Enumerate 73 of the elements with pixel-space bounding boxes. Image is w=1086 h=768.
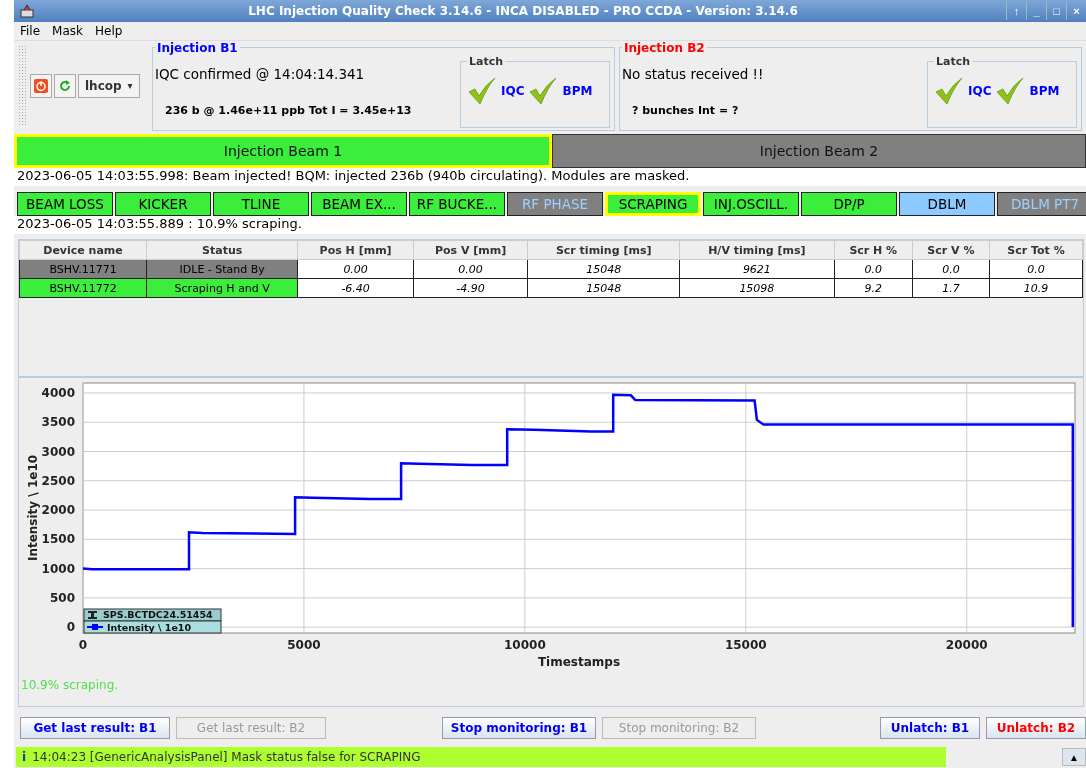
beam-message: 2023-06-05 14:03:55.998: Beam injected! BQM: injected 236b (940b circulating). Modules are masked. (14, 168, 1086, 187)
user-dropdown[interactable]: lhcop ▾ (78, 73, 140, 98)
latch-label: BPM (1029, 83, 1060, 98)
axis-tick-label: 3000 (41, 444, 75, 459)
module-tab[interactable]: RF BUCKE... (409, 192, 505, 217)
module-tab[interactable]: TLINE (213, 192, 309, 217)
column-header: Scr H % (834, 240, 913, 260)
action-button[interactable]: Stop monitoring: B1 (442, 717, 596, 740)
legend-label: Intensity \ 1e10 (107, 621, 192, 633)
axis-tick-label: 20000 (945, 637, 988, 652)
legend-line-icon (86, 623, 104, 630)
column-header: Scr Tot % (989, 240, 1083, 260)
chart-message: 10.9% scraping. (20, 677, 120, 692)
module-tab[interactable]: KICKER (115, 192, 211, 217)
status-message: 14:04:23 [GenericAnalysisPanel] Mask status false for SCRAPING (32, 750, 421, 765)
latch-title: Latch (468, 54, 505, 68)
beam-tab[interactable]: Injection Beam 2 (552, 133, 1086, 169)
injection-detail: ? bunches Int = ? (631, 103, 740, 117)
column-header: H/V timing [ms] (679, 240, 835, 260)
module-message: 2023-06-05 14:03:55.889 : 10.9% scraping. (14, 216, 1086, 235)
latch-label: IQC (968, 83, 992, 98)
menu-item[interactable]: Mask (52, 23, 83, 38)
power-button[interactable] (30, 73, 52, 98)
injection-status: IQC confirmed @ 14:04:14.341 (155, 65, 366, 82)
refresh-button[interactable] (54, 73, 76, 98)
beam-tab[interactable]: Injection Beam 1 (14, 133, 552, 169)
window-control-button[interactable]: _ (1026, 2, 1046, 20)
column-header: Scr V % (912, 240, 990, 260)
legend-title-icon (88, 610, 97, 619)
action-button[interactable]: Get last result: B1 (20, 717, 170, 740)
refresh-icon (59, 79, 71, 92)
latch-title: Latch (935, 54, 972, 68)
column-header: Pos V [mm] (413, 240, 528, 260)
x-axis-label: Timestamps (537, 654, 621, 669)
latch-label: BPM (562, 83, 593, 98)
axis-tick-label: 10000 (504, 637, 546, 652)
action-button[interactable]: Unlatch: B1 (880, 717, 980, 740)
module-tab[interactable]: DBLM (899, 192, 995, 217)
module-tab[interactable]: SCRAPING (605, 192, 701, 217)
info-icon: i (22, 750, 27, 765)
panel-title: Injection B1 (156, 40, 239, 55)
legend-title: SPS.BCTDC24.51454 (103, 608, 213, 620)
module-tab[interactable]: DP/P (801, 192, 897, 217)
app-icon (20, 4, 34, 18)
injection-status: No status received !! (622, 65, 765, 82)
y-axis-label: Intensity \ 1e10 (26, 454, 40, 561)
axis-tick-label: 500 (49, 590, 75, 605)
injection-detail: 236 b @ 1.46e+11 ppb Tot I = 3.45e+13 (164, 103, 413, 117)
latch-label: IQC (501, 83, 525, 98)
axis-tick-label: 2000 (41, 502, 75, 517)
axis-tick-label: 15000 (724, 637, 767, 652)
menu-item[interactable]: Help (95, 23, 123, 38)
column-header: Device name (19, 240, 147, 260)
axis-tick-label: 1500 (41, 531, 75, 546)
axis-tick-label: 1000 (41, 561, 75, 576)
menu-item[interactable]: File (20, 23, 41, 38)
module-tab[interactable]: BEAM LOSS (17, 192, 113, 217)
axis-tick-label: 2500 (41, 473, 75, 488)
axis-tick-label: 3500 (41, 414, 75, 429)
axis-tick-label: 0 (78, 637, 88, 652)
module-tab[interactable]: INJ.OSCILL. (703, 192, 799, 217)
axis-tick-label: 5000 (287, 637, 321, 652)
column-header: Scr timing [ms] (527, 240, 680, 260)
scroll-up-button[interactable]: ▲ (1062, 748, 1086, 767)
axis-tick-label: 4000 (41, 385, 75, 400)
window-title: LHC Injection Quality Check 3.14.6 - INCA DISABLED - PRO CCDA - Version: 3.14.6 (247, 4, 799, 18)
column-header: Pos H [mm] (297, 240, 414, 260)
axis-tick-label: 0 (66, 619, 75, 634)
power-icon (34, 78, 48, 93)
action-button[interactable]: Unlatch: B2 (986, 717, 1086, 740)
panel-title: Injection B2 (623, 40, 706, 55)
module-tab[interactable]: BEAM EX... (311, 192, 407, 217)
column-header: Status (146, 240, 298, 260)
